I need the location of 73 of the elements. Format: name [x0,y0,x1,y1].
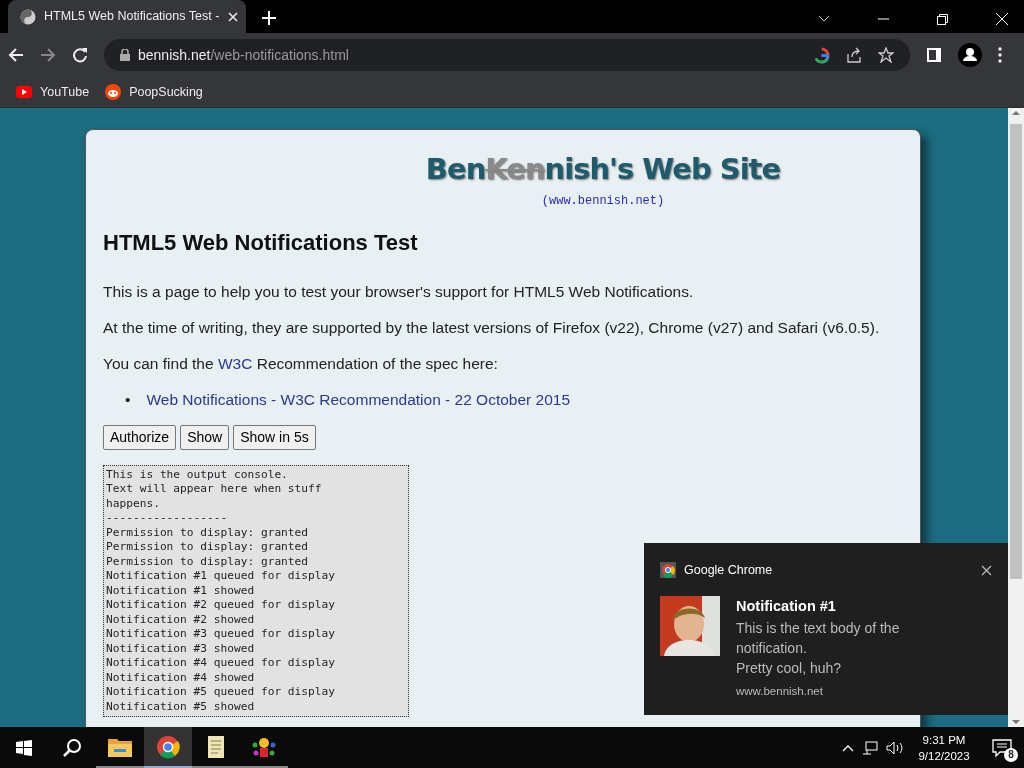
browser-tab[interactable]: HTML5 Web Notifications Test - [8,0,246,33]
profile-icon[interactable] [958,43,982,67]
forward-icon[interactable] [40,47,56,63]
app-name: Google Chrome [684,562,773,579]
side-panel-icon[interactable] [926,47,942,63]
yin-yang-icon [20,8,36,25]
bookmark[interactable]: YouTube [16,82,90,102]
scrollbar-thumb[interactable] [1010,124,1022,579]
notification-body-line: This is the text body of the notification. [736,618,901,658]
console-line: ------------------ [106,511,229,526]
play-logo-icon [16,86,32,98]
console-line: Notification #3 showed [106,641,256,656]
console-line: Permission to display: granted [106,525,310,540]
console-line: Text will appear here when stuff [106,482,323,497]
back-icon[interactable] [8,47,24,63]
paragraph: At the time of writing, they are supported by the latest versions of Firefox (v22), Chrome (v27) and Safari (v6.0.5). [103,317,881,338]
clock-time[interactable]: 9:31 PM [912,731,976,748]
console-line: Permission to display: granted [106,554,310,569]
folder-icon[interactable] [108,736,132,757]
clock-date[interactable]: 9/12/2023 [912,747,976,764]
new-tab-icon[interactable] [262,11,276,25]
action-button[interactable]: Show in 5s [233,424,316,450]
scrollbar[interactable] [1008,108,1024,727]
notification-body-line: Pretty cool, huh? [736,658,843,678]
menu-icon[interactable] [998,47,1002,63]
notification-popup[interactable]: Google Chrome Notification #1 This is the text body of the notification. Pretty cool, huh? www.bennish.net [644,543,1008,715]
console-line: Notification #1 queued for display [106,569,336,584]
link[interactable]: W3C [217,354,253,372]
console-line: Permission to display: granted [106,540,310,555]
console-line: Notification #5 queued for display [106,685,336,700]
paragraph: You can find the W3C Recommendation of the spec here: [103,353,499,374]
bookmark[interactable]: PoopSucking [105,82,203,102]
console-line: happens. [106,496,161,511]
chrome-icon[interactable] [156,734,180,759]
page-heading: HTML5 Web Notifications Test [103,228,419,257]
console-line: Notification #3 queued for display [106,627,336,642]
action-button[interactable]: Show [180,424,230,450]
console-line: Notification #2 queued for display [106,598,336,613]
site-url: (www.bennish.net) [540,192,666,210]
paragraph: This is a page to help you to test your browser's support for HTML5 Web Notifications. [103,281,695,302]
lock-icon[interactable] [120,49,130,61]
taskbar-app[interactable] [144,727,192,768]
google-icon[interactable] [813,46,830,64]
console-line: Notification #4 showed [106,670,256,685]
bullet: • [125,389,131,410]
tab-search-icon[interactable] [818,15,830,23]
action-center-icon[interactable] [992,739,1012,758]
address-bar[interactable]: bennish.net/web-notifications.html [104,39,910,71]
search-icon[interactable] [62,737,82,758]
tray-caret-icon[interactable] [842,743,854,752]
console-line: Notification #2 showed [106,612,256,627]
windows-icon[interactable] [16,739,32,756]
console-line: This is the output console. [106,467,289,482]
volume-icon[interactable] [886,740,904,755]
console-line: Notification #4 queued for display [106,656,336,671]
site-title: BenKennish's Web Site [424,151,782,188]
restore-icon[interactable] [937,13,948,25]
alien-logo-icon [105,84,122,100]
notification-title: Notification #1 [736,596,837,616]
url-text: bennish.net/web-notifications.html [138,45,350,65]
notification-source: www.bennish.net [736,683,824,699]
close-icon[interactable] [981,564,992,576]
notification-count-badge: 8 [1004,747,1018,762]
spec-link[interactable]: Web Notifications - W3C Recommendation - 22 October 2015 [146,388,570,410]
reload-icon[interactable] [72,47,88,63]
star-icon[interactable] [878,47,894,63]
action-button[interactable]: Authorize [103,424,177,450]
console-line: Notification #1 showed [106,583,256,598]
scroll-icon[interactable] [206,734,226,759]
console-line: Notification #5 showed [106,699,256,714]
share-icon[interactable] [846,47,862,63]
chrome-icon [660,562,676,579]
network-icon[interactable] [862,740,878,755]
